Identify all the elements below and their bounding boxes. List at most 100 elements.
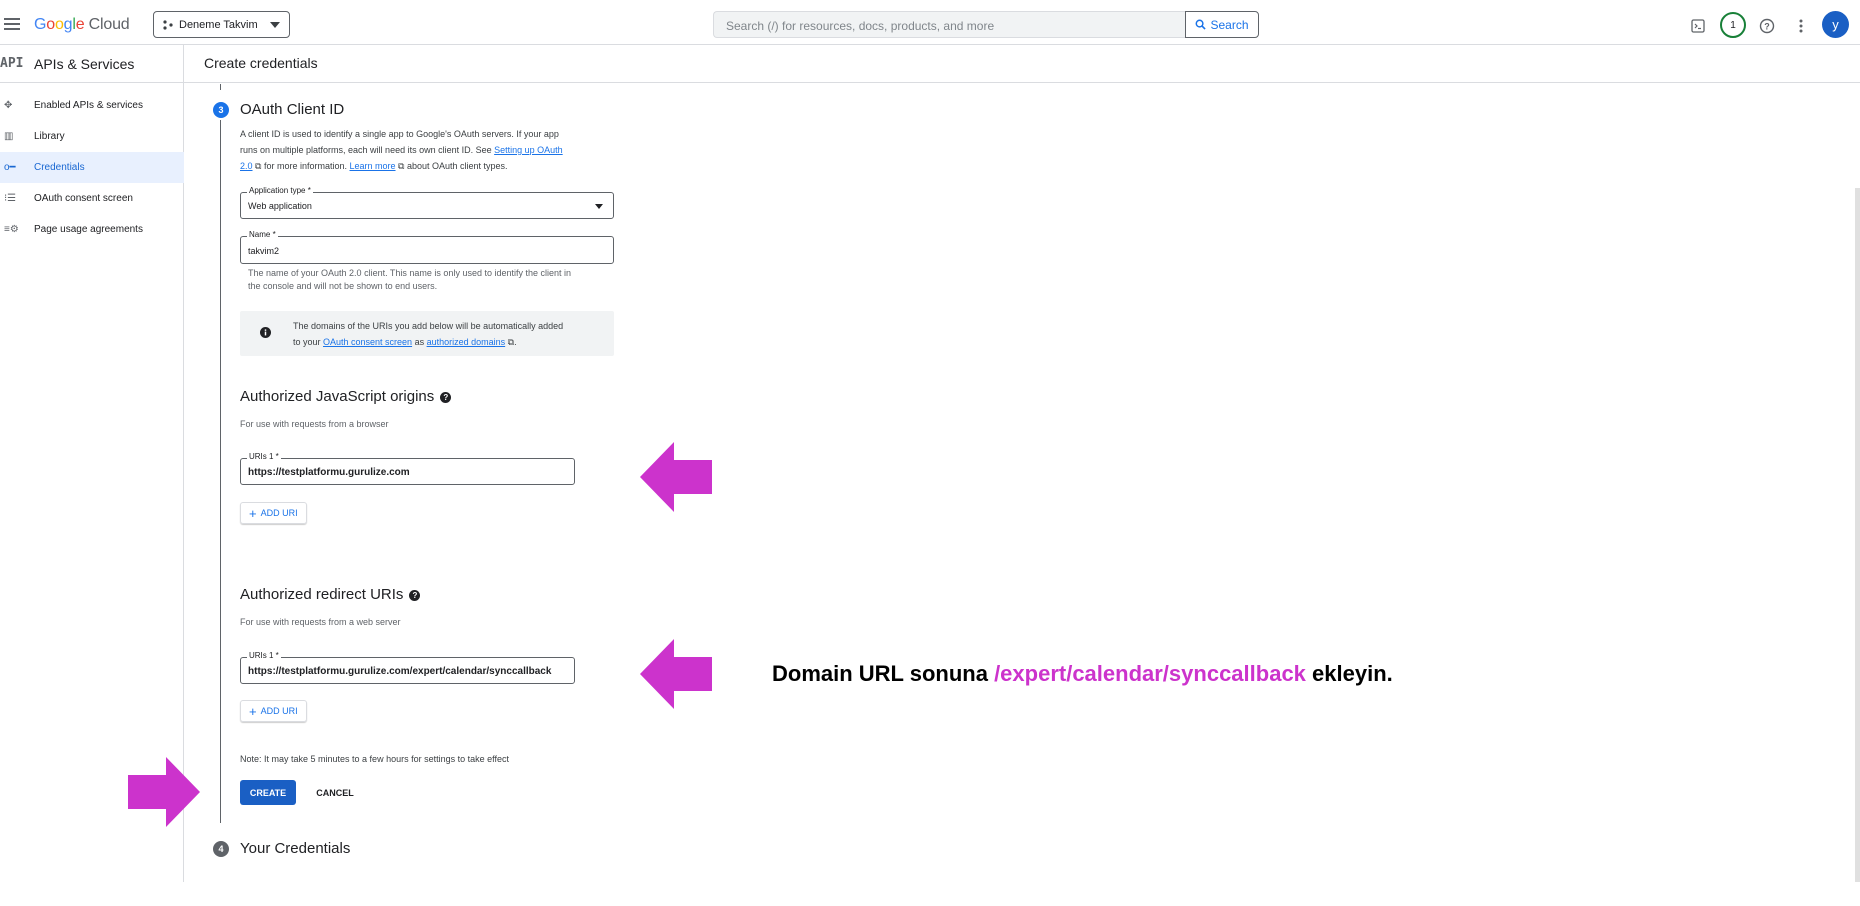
avatar[interactable]: y <box>1822 11 1849 38</box>
stepper-line-top <box>220 84 221 90</box>
settings-note: Note: It may take 5 minutes to a few hou… <box>240 754 509 764</box>
desc-line-1: A client ID is used to identify a single… <box>240 129 559 139</box>
info-icon <box>260 327 271 338</box>
help-icon[interactable]: ? <box>1757 16 1777 36</box>
step-4-title: Your Credentials <box>240 840 351 857</box>
plus-icon: + <box>249 703 257 719</box>
chevron-down-icon <box>270 21 280 28</box>
js-origin-uri-label: URIs 1 * <box>247 452 281 461</box>
desc-line-2: runs on multiple platforms, each will ne… <box>240 145 495 155</box>
info-box: The domains of the URIs you add below wi… <box>240 311 614 356</box>
add-uri-label: ADD URI <box>260 508 298 518</box>
info-line-2: to your <box>293 337 324 347</box>
name-help-line-1: The name of your OAuth 2.0 client. This … <box>248 268 572 278</box>
oauth-consent-screen-link[interactable]: OAuth consent screen <box>323 337 412 347</box>
sidebar-item-library[interactable]: ▥ Library <box>0 121 184 152</box>
logo-cloud-text: Cloud <box>84 16 130 33</box>
arrow-right-annotation-create <box>128 757 200 827</box>
sidebar-header: API APIs & Services <box>0 45 184 83</box>
consent-icon: ⁝☰ <box>4 193 17 204</box>
info-line-1: The domains of the URIs you add below wi… <box>293 321 564 331</box>
setting-up-oauth-link-2[interactable]: 2.0 <box>240 161 253 171</box>
js-origin-uri-value: https://testplatformu.gurulize.com <box>248 467 410 478</box>
arrow-left-annotation-js-origin <box>640 442 712 512</box>
add-uri-label: ADD URI <box>260 706 298 716</box>
svg-text:?: ? <box>1764 22 1770 32</box>
name-help-line-2: the console and will not be shown to end… <box>248 281 438 291</box>
api-icon: API <box>0 56 24 71</box>
more-vert-icon[interactable] <box>1791 16 1811 36</box>
sidebar-item-label: Library <box>34 131 65 142</box>
step-3-indicator: 3 <box>213 102 229 118</box>
services-icon: ✥ <box>4 100 13 111</box>
help-icon[interactable]: ? <box>409 589 421 601</box>
top-bar: Google Cloud Deneme Takvim Search (/) fo… <box>0 8 1860 45</box>
step-3-title: OAuth Client ID <box>240 101 345 118</box>
sidebar-item-label: Enabled APIs & services <box>34 100 143 111</box>
google-cloud-logo[interactable]: Google Cloud <box>34 16 130 34</box>
scrollbar[interactable] <box>1855 188 1860 882</box>
js-origins-title-text: Authorized JavaScript origins <box>240 388 435 405</box>
js-origins-title: Authorized JavaScript origins? <box>240 388 452 405</box>
desc-line-3: for more information. <box>261 161 350 171</box>
application-type-value: Web application <box>248 201 312 211</box>
cloud-shell-icon[interactable] <box>1688 16 1708 36</box>
annotation-part-2: ekleyin. <box>1305 661 1393 686</box>
chevron-down-icon <box>595 204 603 209</box>
sidebar-item-oauth-consent[interactable]: ⁝☰ OAuth consent screen <box>0 183 184 214</box>
step-4-indicator: 4 <box>213 841 229 857</box>
sidebar-item-credentials[interactable]: o━ Credentials <box>0 152 184 183</box>
help-icon[interactable]: ? <box>440 391 452 403</box>
js-origin-uri-input[interactable]: URIs 1 * https://testplatformu.gurulize.… <box>240 452 575 485</box>
name-help-text: The name of your OAuth 2.0 client. This … <box>248 267 571 293</box>
redirect-uri-input[interactable]: URIs 1 * https://testplatformu.gurulize.… <box>240 651 575 684</box>
name-label: Name * <box>247 230 278 239</box>
search-input[interactable]: Search (/) for resources, docs, products… <box>713 11 1185 38</box>
sidebar-item-enabled-apis[interactable]: ✥ Enabled APIs & services <box>0 90 184 121</box>
library-icon: ▥ <box>4 131 14 142</box>
notifications-icon[interactable]: 1 <box>1720 12 1746 38</box>
arrow-left-annotation-redirect-uri <box>640 639 712 709</box>
search-button[interactable]: Search <box>1185 11 1259 38</box>
sidebar-item-page-usage[interactable]: ≡⚙ Page usage agreements <box>0 214 184 245</box>
application-type-select[interactable]: Application type * Web application <box>240 186 614 219</box>
annotation-part-1: Domain URL sonuna <box>772 661 995 686</box>
page-title: Create credentials <box>184 45 1860 83</box>
sidebar-title: APIs & Services <box>34 55 135 72</box>
name-value: takvim2 <box>248 246 280 256</box>
name-field[interactable]: Name * takvim2 <box>240 230 614 264</box>
oauth-description: A client ID is used to identify a single… <box>240 126 620 174</box>
key-icon: o━ <box>4 162 16 173</box>
redirect-uri-value: https://testplatformu.gurulize.com/exper… <box>248 666 552 677</box>
setting-up-oauth-link[interactable]: Setting up OAuth <box>494 145 563 155</box>
create-button[interactable]: CREATE <box>240 780 296 805</box>
cancel-button[interactable]: CANCEL <box>312 780 358 805</box>
annotation-highlight: /expert/calendar/synccallback <box>994 661 1306 686</box>
redirect-uris-title: Authorized redirect URIs? <box>240 586 421 603</box>
search-icon <box>1196 19 1207 30</box>
learn-more-link[interactable]: Learn more <box>350 161 396 171</box>
plus-icon: + <box>249 505 257 521</box>
authorized-domains-link[interactable]: authorized domains <box>427 337 506 347</box>
agreements-icon: ≡⚙ <box>4 224 19 235</box>
redirect-uris-title-text: Authorized redirect URIs <box>240 586 404 603</box>
add-js-origin-button[interactable]: + ADD URI <box>240 502 307 524</box>
sidebar-item-label: Page usage agreements <box>34 224 143 235</box>
search-button-label: Search <box>1210 17 1249 32</box>
info-line-3: as <box>412 337 427 347</box>
info-text: The domains of the URIs you add below wi… <box>293 318 563 350</box>
info-line-4: . <box>514 337 517 347</box>
redirect-uri-label: URIs 1 * <box>247 651 281 660</box>
application-type-label: Application type * <box>247 186 313 195</box>
project-name: Deneme Takvim <box>179 18 258 31</box>
menu-icon[interactable] <box>4 18 20 32</box>
add-redirect-uri-button[interactable]: + ADD URI <box>240 700 307 722</box>
js-origins-subtitle: For use with requests from a browser <box>240 419 389 429</box>
stepper-line <box>220 120 221 823</box>
annotation-text: Domain URL sonuna /expert/calendar/syncc… <box>772 661 1393 687</box>
redirect-uris-subtitle: For use with requests from a web server <box>240 617 401 627</box>
project-icon <box>163 19 173 30</box>
sidebar-item-label: OAuth consent screen <box>34 193 133 204</box>
project-selector[interactable]: Deneme Takvim <box>153 11 290 38</box>
desc-line-4: about OAuth client types. <box>404 161 508 171</box>
